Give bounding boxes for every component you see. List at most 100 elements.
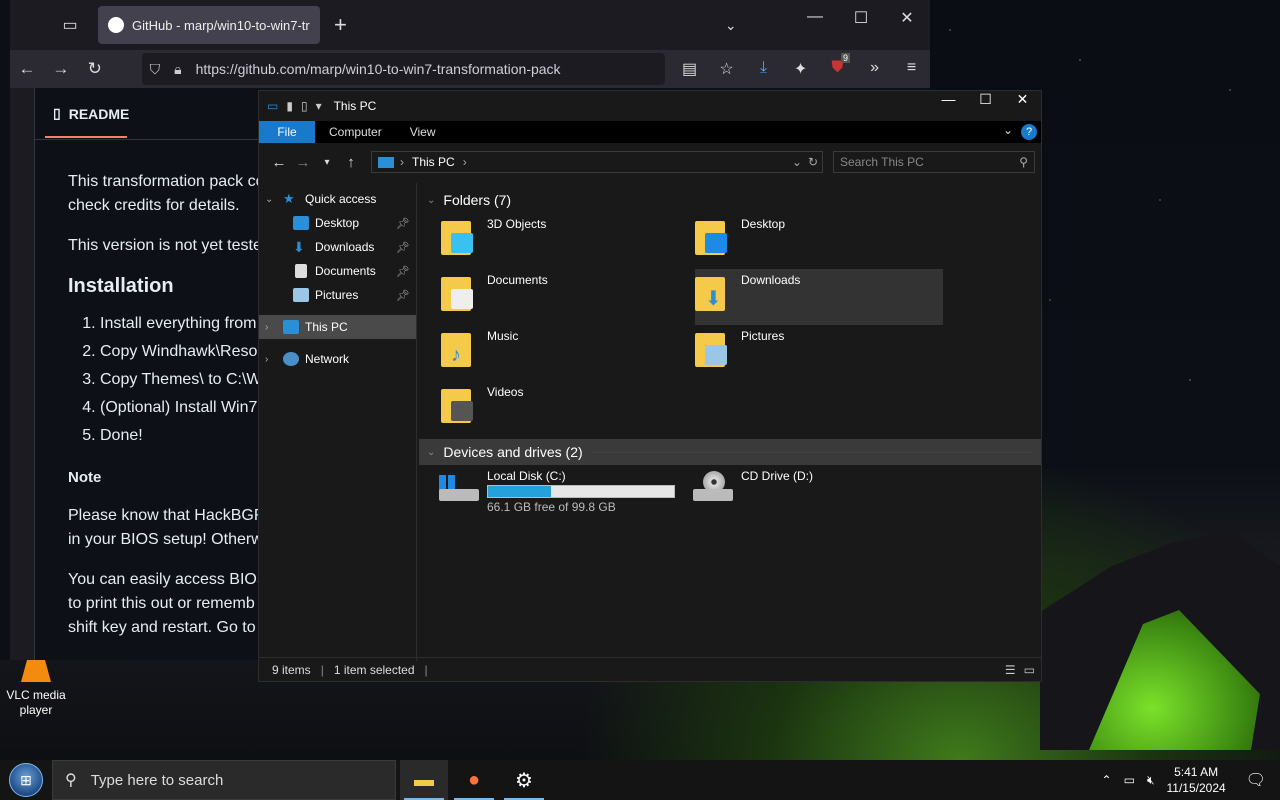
refresh-icon[interactable]: ↻ xyxy=(808,155,818,169)
folder-desktop[interactable]: Desktop xyxy=(695,213,945,269)
item-count: 9 items xyxy=(272,662,311,677)
documents-folder-icon xyxy=(441,273,477,313)
chevron-right-icon[interactable]: › xyxy=(265,322,279,333)
collapse-icon[interactable]: ⌄ xyxy=(427,195,435,206)
computer-icon xyxy=(283,320,299,334)
download-arrow-icon: ⬇ xyxy=(293,239,305,255)
maximize-button[interactable]: ☐ xyxy=(967,91,1004,113)
network-icon[interactable]: ▭ xyxy=(1124,773,1135,787)
nav-network[interactable]: › Network xyxy=(259,347,416,371)
drive-c-name: Local Disk (C:) xyxy=(487,469,566,483)
extensions-icon[interactable]: ✦ xyxy=(782,59,819,79)
group-header-devices[interactable]: ⌄ Devices and drives (2) xyxy=(419,439,1041,465)
customize-dropdown-icon[interactable]: ▾ xyxy=(316,99,322,113)
forward-button[interactable]: → xyxy=(44,59,78,79)
address-bar[interactable]: › This PC › ⌄ ↻ xyxy=(371,151,823,173)
help-icon[interactable]: ? xyxy=(1021,124,1037,140)
show-hidden-icons-chevron-icon[interactable]: ⌃ xyxy=(1102,773,1112,787)
time: 5:41 AM xyxy=(1174,765,1219,779)
close-button[interactable]: ✕ xyxy=(1004,91,1041,113)
nav-label: Quick access xyxy=(305,192,377,206)
address-row: ← → ▾ ↑ › This PC › ⌄ ↻ Search This PC ⚲ xyxy=(259,143,1041,181)
date: 11/15/2024 xyxy=(1166,781,1226,795)
readme-paragraph-3: Please know that HackBGRT in your BIOS se… xyxy=(68,507,260,548)
maximize-button[interactable]: ☐ xyxy=(838,8,884,28)
group-header-folders[interactable]: ⌄ Folders (7) xyxy=(419,187,1041,213)
recent-locations-icon[interactable]: ▾ xyxy=(315,157,339,168)
desktop-icon-vlc[interactable]: VLC media player xyxy=(4,660,68,718)
notifications-icon[interactable]: 🗨︎ xyxy=(1246,770,1266,790)
music-folder-icon: ♪ xyxy=(441,329,477,369)
bookmark-star-icon[interactable]: ☆ xyxy=(708,59,745,79)
readme-paragraph-4: You can easily access BIOS to print this … xyxy=(68,571,260,636)
clock[interactable]: 5:41 AM 11/15/2024 xyxy=(1167,764,1226,796)
content-pane: ⌄ Folders (7) 3D Objects Desktop Documen… xyxy=(419,183,1041,661)
pin-icon: 📌︎ xyxy=(396,217,410,230)
volume-muted-icon[interactable]: 🔇︎ xyxy=(1147,773,1155,788)
overflow-chevron-icon[interactable]: » xyxy=(856,59,893,79)
group-title: Folders (7) xyxy=(443,192,512,208)
folders-grid: 3D Objects Desktop Documents ⬇ Downloads… xyxy=(419,213,1041,437)
folder-music[interactable]: ♪ Music xyxy=(441,325,695,381)
nav-label: This PC xyxy=(305,320,348,334)
folder-documents[interactable]: Documents xyxy=(441,269,695,325)
tab-file[interactable]: File xyxy=(259,121,315,143)
menu-icon[interactable]: ≡ xyxy=(893,59,930,79)
readme-paragraph-2: This version is not yet teste xyxy=(68,237,260,254)
lock-icon[interactable]: 🔒︎ xyxy=(174,61,181,78)
nav-downloads[interactable]: ⬇ Downloads 📌︎ xyxy=(259,235,416,259)
new-tab-button[interactable]: + xyxy=(334,12,347,38)
folder-videos[interactable]: Videos xyxy=(441,381,695,437)
collapse-icon[interactable]: ⌄ xyxy=(427,447,435,458)
folder-downloads[interactable]: ⬇ Downloads xyxy=(695,269,943,325)
downloads-icon[interactable]: ⤓ xyxy=(745,59,782,79)
pin-icon: 📌︎ xyxy=(396,289,410,302)
new-folder-icon[interactable]: ▯ xyxy=(301,99,308,113)
nav-this-pc[interactable]: › This PC xyxy=(259,315,416,339)
drive-d[interactable]: CD Drive (D:) xyxy=(691,469,941,514)
pictures-icon xyxy=(293,288,309,302)
tab-github[interactable]: GitHub - marp/win10-to-win7-tr xyxy=(98,6,320,44)
properties-icon[interactable]: ▮ xyxy=(286,99,293,113)
back-button[interactable]: ← xyxy=(267,154,291,171)
details-view-icon[interactable]: ☰ xyxy=(1005,663,1016,677)
forward-button[interactable]: → xyxy=(291,154,315,171)
drive-c[interactable]: Local Disk (C:) 66.1 GB free of 99.8 GB xyxy=(437,469,691,514)
tab-computer[interactable]: Computer xyxy=(315,121,396,143)
nav-quick-access[interactable]: ⌄ ★ Quick access xyxy=(259,187,416,211)
windows-drive-icon xyxy=(437,469,481,509)
chevron-down-icon[interactable]: ⌄ xyxy=(725,17,737,34)
chevron-right-icon[interactable]: › xyxy=(265,354,279,365)
ublock-icon[interactable]: ⛊ 9 xyxy=(819,53,856,79)
back-button[interactable]: ← xyxy=(10,59,44,79)
tab-view[interactable]: View xyxy=(396,121,450,143)
chevron-right-icon: › xyxy=(462,155,467,169)
list-all-tabs-button[interactable]: ▭ xyxy=(50,5,90,45)
minimize-button[interactable]: — xyxy=(792,8,838,28)
nav-desktop[interactable]: Desktop 📌︎ xyxy=(259,211,416,235)
url-bar[interactable]: ⛉ 🔒︎ https://github.com/marp/win10-to-wi… xyxy=(141,53,666,85)
up-button[interactable]: ↑ xyxy=(339,154,363,171)
nav-pictures[interactable]: Pictures 📌︎ xyxy=(259,283,416,307)
shield-icon[interactable]: ⛉ xyxy=(150,61,161,78)
large-icons-view-icon[interactable]: ▭ xyxy=(1024,663,1035,677)
taskbar-file-explorer[interactable]: ▬ xyxy=(400,760,448,800)
list-item: Copy Themes\ to C:\W xyxy=(100,368,260,392)
drive-usage-fill xyxy=(488,486,552,497)
nav-label: Downloads xyxy=(315,240,375,254)
close-button[interactable]: ✕ xyxy=(884,8,930,28)
expand-ribbon-icon[interactable]: ⌄ xyxy=(1003,123,1013,137)
search-input[interactable]: Search This PC ⚲ xyxy=(833,151,1035,173)
reload-button[interactable]: ↻ xyxy=(78,59,112,79)
start-button[interactable]: ⊞ xyxy=(0,760,52,800)
chevron-down-icon[interactable]: ⌄ xyxy=(265,194,279,205)
address-dropdown-icon[interactable]: ⌄ xyxy=(792,155,802,169)
folder-3d-objects[interactable]: 3D Objects xyxy=(441,213,695,269)
taskbar-search[interactable]: ⚲ Type here to search xyxy=(52,760,396,800)
folder-pictures[interactable]: Pictures xyxy=(695,325,945,381)
minimize-button[interactable]: — xyxy=(930,91,967,113)
nav-documents[interactable]: Documents 📌︎ xyxy=(259,259,416,283)
taskbar-settings[interactable]: ⚙ xyxy=(500,760,548,800)
taskbar-firefox[interactable]: ● xyxy=(450,760,498,800)
reader-view-icon[interactable]: ▤ xyxy=(671,59,708,79)
